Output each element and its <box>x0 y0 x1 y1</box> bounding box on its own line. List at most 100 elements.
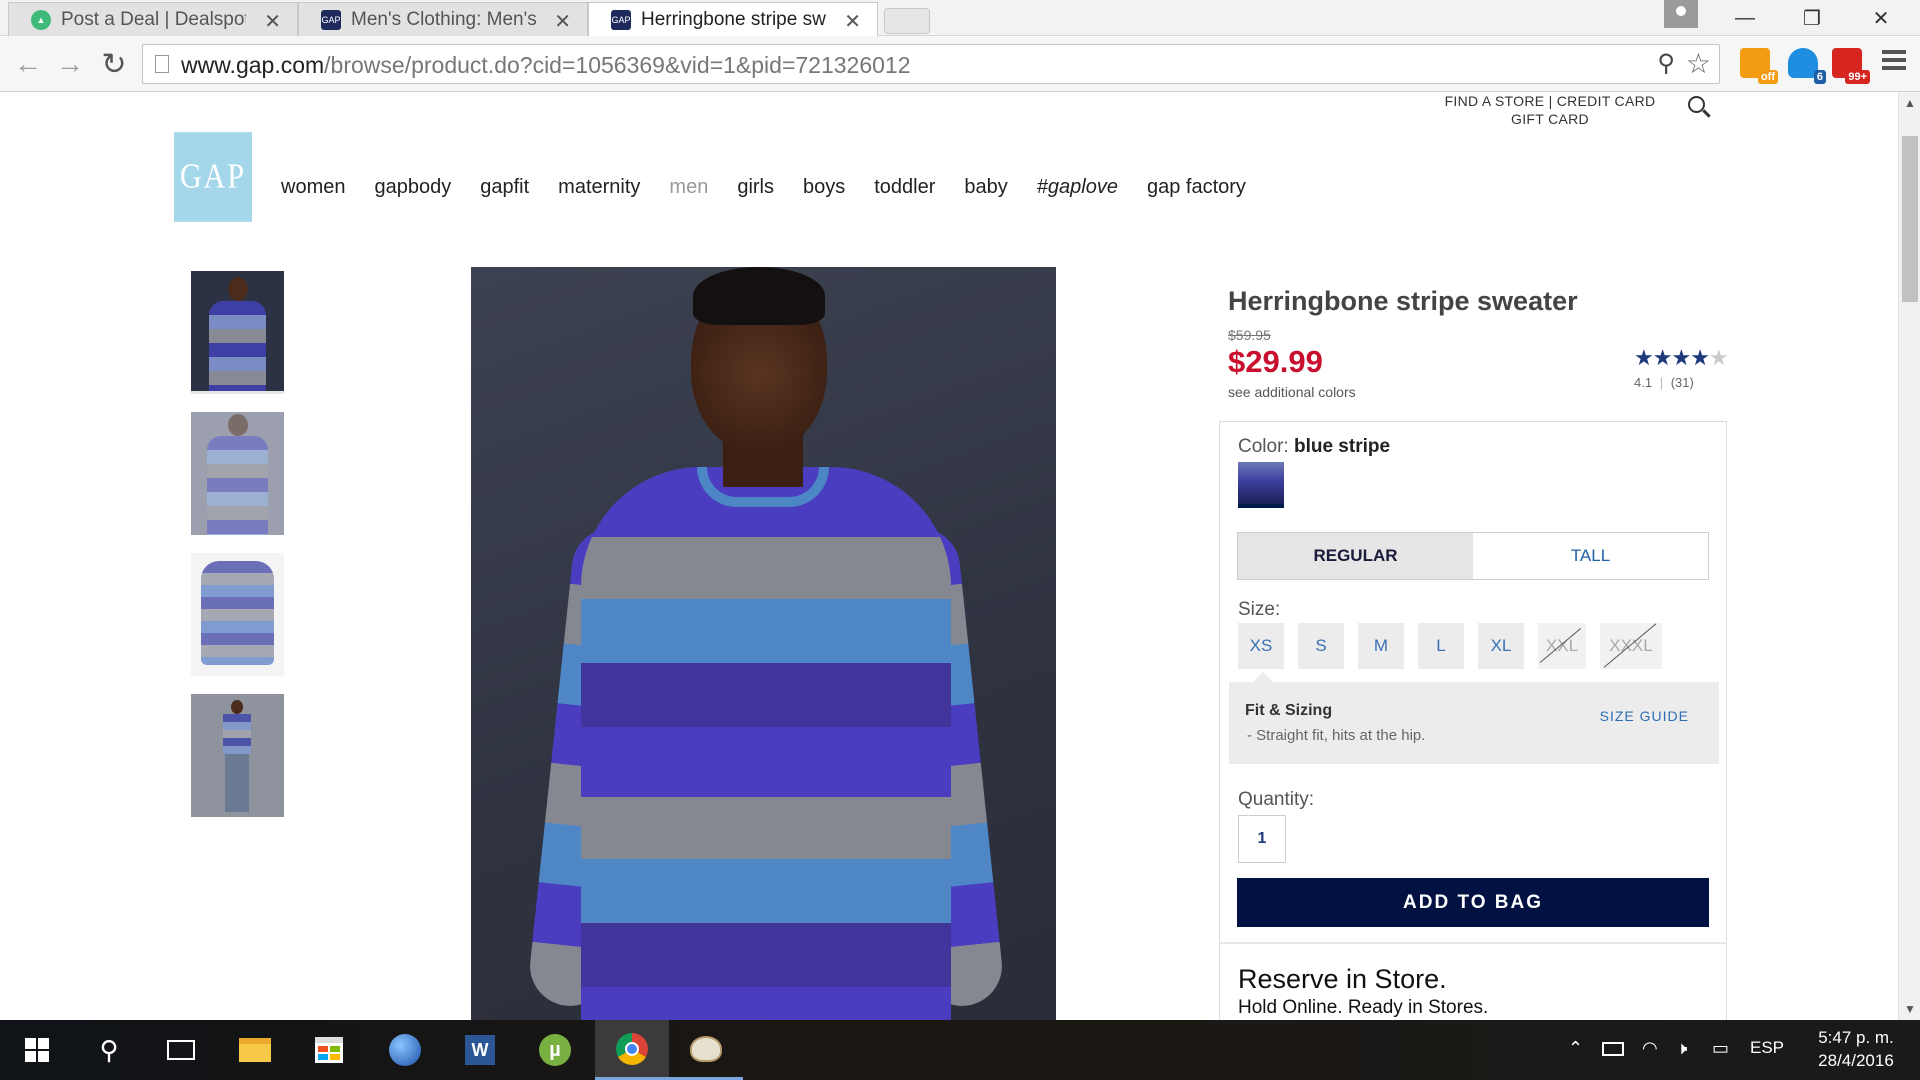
size-label: Size: <box>1238 599 1281 620</box>
tab-mens-clothing[interactable]: GAP Men's Clothing: Men's Clo ✕ <box>298 2 588 36</box>
windows-taskbar: ⚲ W µ ⌃ ◠ 🕨 ▭ ESP 5:47 p. m. 28/4/2016 <box>0 1020 1920 1080</box>
store-icon[interactable] <box>292 1020 366 1080</box>
sale-price: $29.99 <box>1228 344 1323 379</box>
size-l[interactable]: L <box>1418 623 1464 669</box>
honey-extension-icon[interactable]: off <box>1740 48 1778 84</box>
paint-icon[interactable] <box>669 1020 743 1080</box>
product-thumbnail[interactable] <box>191 694 284 817</box>
scrollbar-thumb[interactable] <box>1902 136 1918 302</box>
logo-text: GAP <box>179 157 246 196</box>
star-icon: ★ <box>1690 345 1710 370</box>
chrome-menu-icon[interactable] <box>1882 50 1906 74</box>
close-tab-icon[interactable]: ✕ <box>264 9 281 34</box>
nav-boys[interactable]: boys <box>803 176 845 199</box>
size-xs[interactable]: XS <box>1238 623 1284 669</box>
scroll-up-arrow-icon[interactable]: ▲ <box>1904 96 1916 110</box>
google-earth-icon[interactable] <box>368 1020 442 1080</box>
rating-value: 4.1 <box>1634 375 1653 390</box>
utility-line-1[interactable]: FIND A STORE | CREDIT CARD <box>1430 92 1670 110</box>
lastpass-extension-icon[interactable]: 99+ <box>1832 48 1870 84</box>
nav-gapbody[interactable]: gapbody <box>374 176 451 199</box>
new-tab-button[interactable] <box>884 8 930 34</box>
nav-baby[interactable]: baby <box>964 176 1007 199</box>
scroll-down-arrow-icon[interactable]: ▼ <box>1904 1002 1916 1016</box>
size-m[interactable]: M <box>1358 623 1404 669</box>
utorrent-icon[interactable]: µ <box>518 1020 592 1080</box>
tab-dealspotr[interactable]: ▲ Post a Deal | Dealspotr ✕ <box>8 2 298 36</box>
additional-colors-link[interactable]: see additional colors <box>1228 384 1356 400</box>
gap-logo[interactable]: GAP <box>174 132 252 222</box>
product-thumbnail[interactable] <box>191 412 284 535</box>
tab-herringbone-sweater[interactable]: GAP Herringbone stripe sweate ✕ <box>588 2 878 36</box>
chrome-icon[interactable] <box>595 1020 669 1080</box>
reserve-subtitle: Hold Online. Ready in Stores. <box>1238 997 1489 1018</box>
product-thumbnails <box>191 271 284 835</box>
nav-gap-factory[interactable]: gap factory <box>1147 176 1246 199</box>
quantity-input[interactable]: 1 <box>1238 815 1286 863</box>
original-price: $59.95 <box>1228 327 1271 343</box>
nav-maternity[interactable]: maternity <box>558 176 640 199</box>
bookmark-star-icon[interactable]: ☆ <box>1686 47 1711 80</box>
restore-button[interactable]: ❐ <box>1783 0 1841 36</box>
product-title: Herringbone stripe sweater <box>1228 286 1578 316</box>
extension-badge: 99+ <box>1845 70 1870 84</box>
nav-women[interactable]: women <box>281 176 345 199</box>
reload-icon[interactable]: ↻ <box>96 46 132 82</box>
nav-toddler[interactable]: toddler <box>874 176 935 199</box>
task-view-icon[interactable] <box>144 1020 218 1080</box>
show-hidden-icons-icon[interactable]: ⌃ <box>1568 1038 1583 1059</box>
close-tab-icon[interactable]: ✕ <box>844 9 861 34</box>
minimize-button[interactable]: — <box>1716 0 1774 36</box>
fit-option-tall[interactable]: TALL <box>1473 533 1708 579</box>
search-icon[interactable]: ⚲ <box>72 1020 146 1080</box>
rating-info[interactable]: 4.1 | (31) <box>1634 375 1694 390</box>
site-search-icon[interactable] <box>1688 96 1712 120</box>
battery-icon[interactable] <box>1602 1042 1624 1056</box>
volume-muted-icon[interactable]: 🕨 <box>1676 1038 1687 1059</box>
nav-gaplove[interactable]: #gaplove <box>1037 176 1118 199</box>
size-xxxl-unavailable: XXXL <box>1600 623 1662 669</box>
product-thumbnail[interactable] <box>191 553 284 676</box>
size-selector: XS S M L XL XXL XXXL <box>1238 623 1676 669</box>
url-text[interactable]: www.gap.com/browse/product.do?cid=105636… <box>181 52 911 79</box>
file-explorer-icon[interactable] <box>218 1020 292 1080</box>
add-to-bag-button[interactable]: ADD TO BAG <box>1237 878 1709 927</box>
profile-avatar-icon[interactable] <box>1664 0 1698 28</box>
browser-toolbar: ← → ↻ www.gap.com/browse/product.do?cid=… <box>0 36 1920 92</box>
nav-gapfit[interactable]: gapfit <box>480 176 529 199</box>
taskbar-clock[interactable]: 5:47 p. m. 28/4/2016 <box>1806 1026 1906 1072</box>
rating-stars[interactable]: ★★★★★ <box>1634 345 1729 371</box>
close-tab-icon[interactable]: ✕ <box>554 9 571 34</box>
forward-arrow-icon[interactable]: → <box>52 46 88 82</box>
back-arrow-icon[interactable]: ← <box>10 46 46 82</box>
main-navigation: women gapbody gapfit maternity men girls… <box>281 176 1275 199</box>
nav-girls[interactable]: girls <box>737 176 774 199</box>
color-label: Color: blue stripe <box>1238 436 1391 457</box>
close-window-button[interactable]: ✕ <box>1852 0 1910 36</box>
reserve-in-store-section: Reserve in Store. Hold Online. Ready in … <box>1219 942 1727 1020</box>
tab-title: Herringbone stripe sweate <box>641 8 826 30</box>
start-button[interactable] <box>0 1020 74 1080</box>
input-language[interactable]: ESP <box>1750 1038 1784 1058</box>
fit-sizing-title: Fit & Sizing <box>1245 702 1333 719</box>
wifi-icon[interactable]: ◠ <box>1642 1038 1658 1059</box>
quantity-label: Quantity: <box>1238 789 1315 810</box>
color-swatch-blue-stripe[interactable] <box>1238 462 1284 508</box>
ghostery-extension-icon[interactable]: 6 <box>1788 48 1826 84</box>
zoom-icon[interactable]: ⚲ <box>1657 49 1675 78</box>
size-xxl-unavailable: XXL <box>1538 623 1586 669</box>
nav-men[interactable]: men <box>669 176 708 199</box>
star-icon: ★ <box>1634 345 1654 370</box>
size-s[interactable]: S <box>1298 623 1344 669</box>
size-guide-link[interactable]: SIZE GUIDE <box>1600 708 1689 724</box>
fit-option-regular[interactable]: REGULAR <box>1238 533 1473 579</box>
word-icon[interactable]: W <box>443 1020 517 1080</box>
clock-time: 5:47 p. m. <box>1818 1028 1894 1047</box>
product-main-image[interactable] <box>471 267 1056 1020</box>
utility-line-2[interactable]: GIFT CARD <box>1430 110 1670 128</box>
product-thumbnail[interactable] <box>191 271 284 394</box>
page-scrollbar[interactable]: ▲ ▼ <box>1898 92 1920 1020</box>
size-xl[interactable]: XL <box>1478 623 1524 669</box>
address-bar[interactable]: www.gap.com/browse/product.do?cid=105636… <box>142 44 1720 84</box>
action-center-icon[interactable]: ▭ <box>1712 1038 1729 1059</box>
